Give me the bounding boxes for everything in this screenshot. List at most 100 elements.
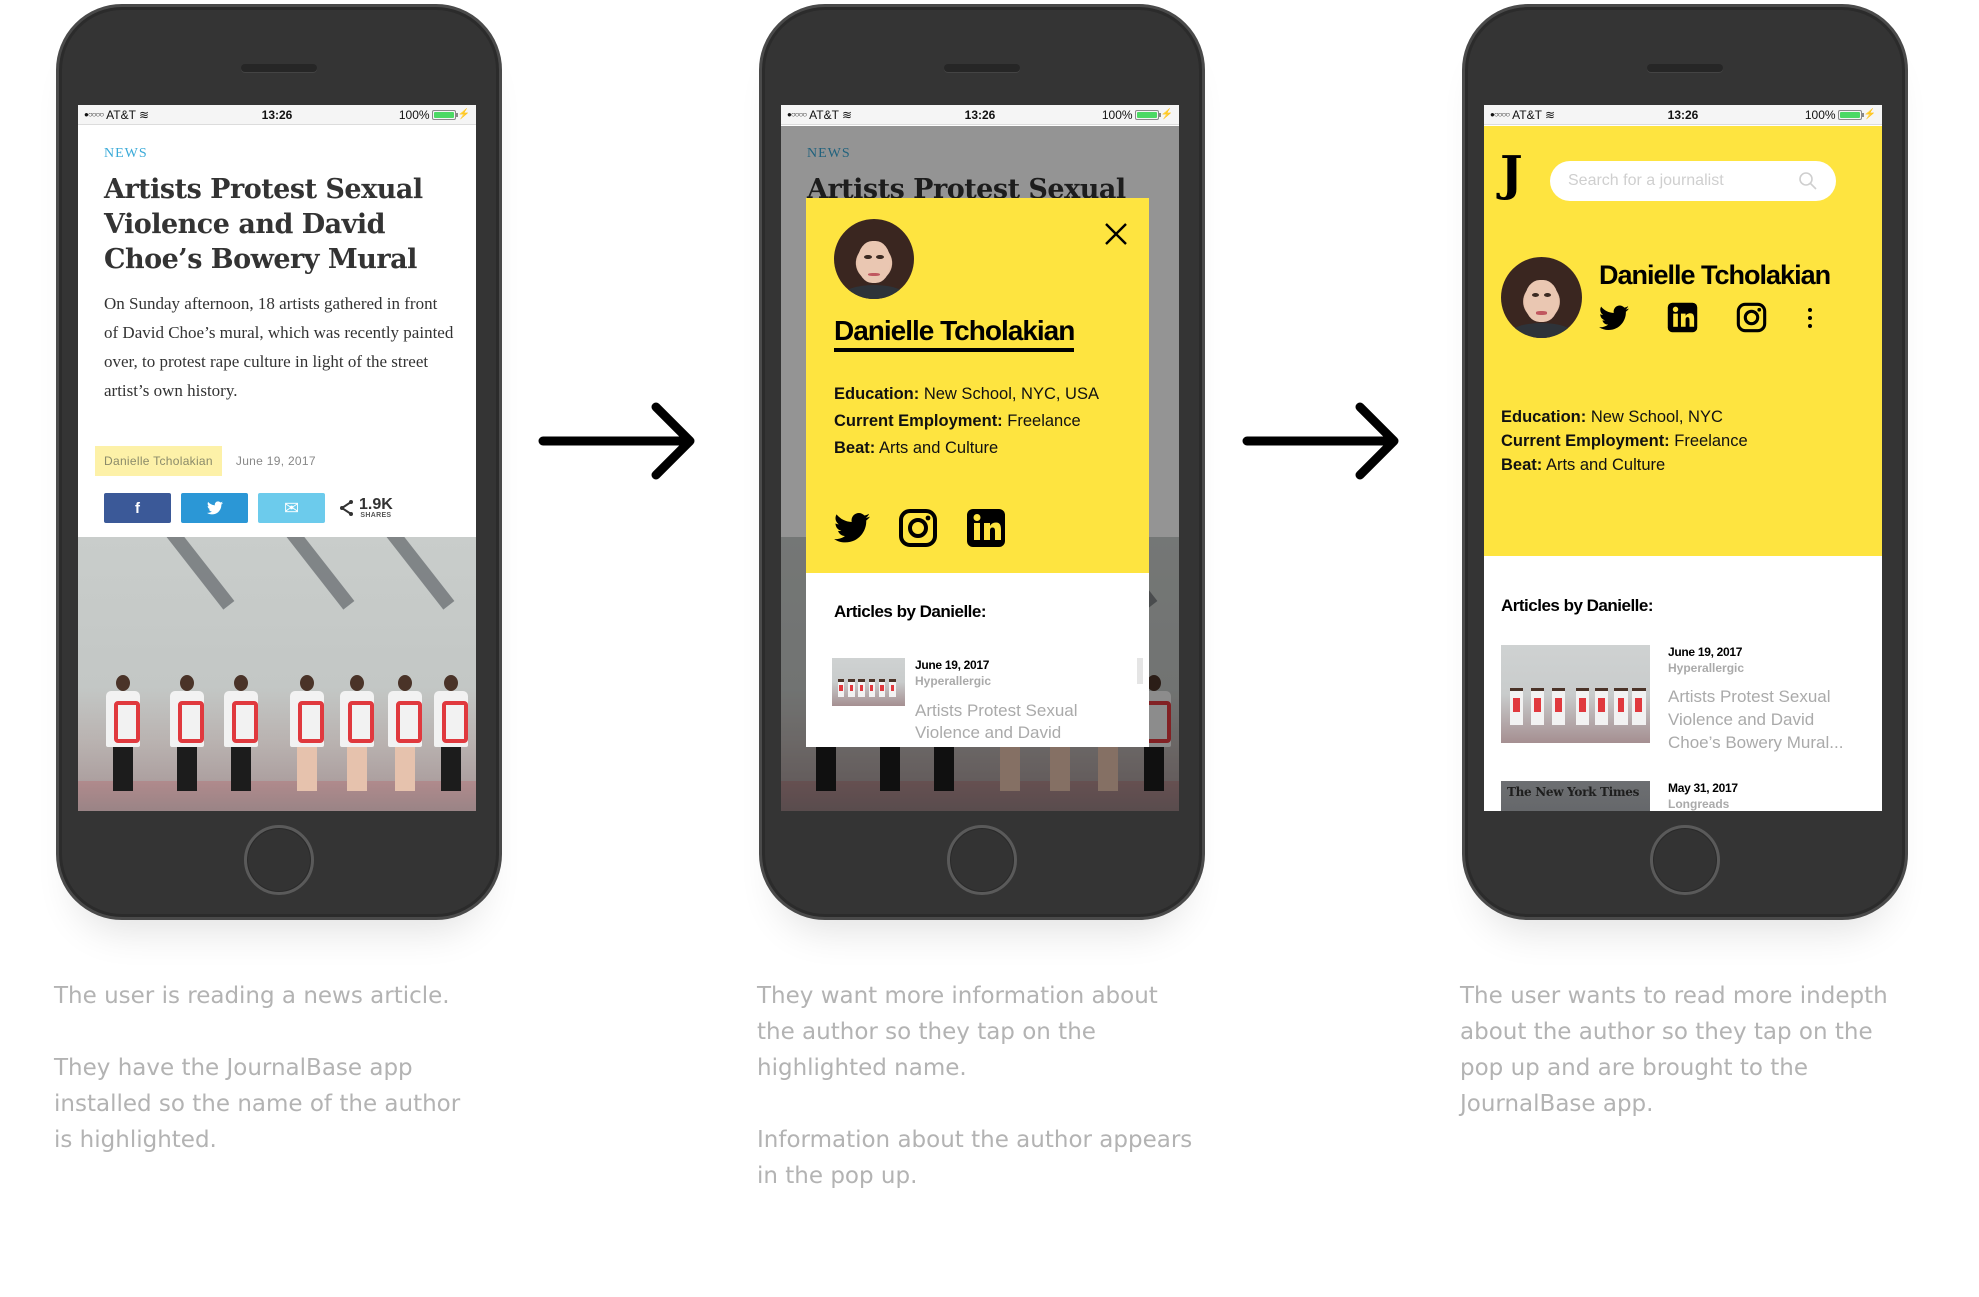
article-thumbnail xyxy=(832,658,905,706)
author-info: Education: New School, NYC Current Emplo… xyxy=(1501,408,1748,474)
phone-frame-3: ●○○○○AT&T≋ 13:26 100% ⚡ J Danielle Tchola… xyxy=(1462,4,1908,920)
journalbase-logo[interactable]: J xyxy=(1500,150,1523,198)
twitter-share-button[interactable] xyxy=(181,493,248,523)
article-date: June 19, 2017 xyxy=(1668,645,1743,659)
author-avatar xyxy=(1501,257,1582,338)
share-count[interactable]: 1.9K SHARES xyxy=(339,495,393,519)
phone-frame-2: ●○○○○ AT&T ≋ 13:26 100% ⚡ NEWS Artists Prot… xyxy=(759,4,1205,920)
caption-step-3: The user wants to read more indepth abou… xyxy=(1460,978,1910,1122)
author-name: Danielle Tcholakian xyxy=(1599,260,1831,290)
scrollbar[interactable] xyxy=(1137,658,1143,684)
caption-step-2: They want more information about the aut… xyxy=(757,978,1207,1194)
facebook-share-button[interactable]: f xyxy=(104,493,171,523)
twitter-icon[interactable] xyxy=(834,513,870,543)
more-icon[interactable] xyxy=(1805,307,1815,328)
close-icon[interactable] xyxy=(1103,221,1129,247)
article-source: Hyperallergic xyxy=(1668,661,1745,675)
wifi-icon: ≋ xyxy=(138,107,150,122)
arrow-right-icon xyxy=(538,402,695,480)
signal-icon: ●○○○○ xyxy=(787,110,807,119)
articles-heading: Articles by Danielle: xyxy=(1501,596,1654,615)
battery-percent: 100% xyxy=(398,107,430,122)
share-count-value: 1.9K xyxy=(359,495,393,513)
home-button[interactable] xyxy=(947,825,1017,895)
article-date: June 19, 2017 xyxy=(915,658,990,672)
author-popup[interactable]: Danielle Tcholakian Education: New Schoo… xyxy=(806,198,1149,747)
section-label[interactable]: NEWS xyxy=(104,146,148,162)
article-summary: On Sunday afternoon, 18 artists gathered… xyxy=(104,294,454,400)
article-list-item[interactable]: The New York Times May 31, 2017 Longread… xyxy=(1501,781,1738,811)
caption-text: The user wants to read more indepth abou… xyxy=(1460,983,1888,1117)
clock: 13:26 xyxy=(1667,107,1699,122)
caption-text: They have the JournalBase app installed … xyxy=(54,1055,461,1153)
caption-text: Information about the author appears in … xyxy=(757,1127,1193,1189)
caption-text: They want more information about the aut… xyxy=(757,983,1158,1081)
charging-icon: ⚡ xyxy=(457,109,471,120)
home-button[interactable] xyxy=(1650,825,1720,895)
twitter-icon[interactable] xyxy=(1599,305,1629,331)
arrow-right-icon xyxy=(1242,402,1399,480)
battery-icon xyxy=(431,109,458,120)
twitter-icon xyxy=(206,501,223,515)
caption-step-1: The user is reading a news article. They… xyxy=(54,978,504,1158)
wifi-icon: ≋ xyxy=(1544,107,1556,122)
clock: 13:26 xyxy=(261,107,293,122)
share-count-label: SHARES xyxy=(360,511,392,519)
battery-icon xyxy=(1837,109,1864,120)
linkedin-icon[interactable] xyxy=(966,508,1006,548)
search-bar[interactable] xyxy=(1550,161,1836,201)
instagram-icon[interactable] xyxy=(898,508,938,548)
charging-icon: ⚡ xyxy=(1863,109,1877,120)
article-thumbnail: The New York Times xyxy=(1501,781,1650,811)
author-avatar xyxy=(834,219,914,299)
clock: 13:26 xyxy=(964,107,996,122)
status-bar: ●○○○○ AT&T ≋ 13:26 100% ⚡ xyxy=(1484,105,1882,125)
share-icon xyxy=(340,500,353,516)
social-links xyxy=(1599,302,1815,333)
author-info: Education: New School, NYC, USA Current … xyxy=(834,385,1099,457)
thumbnail-masthead: The New York Times xyxy=(1507,785,1640,799)
home-button[interactable] xyxy=(244,825,314,895)
screen-journalbase-app: ●○○○○AT&T≋ 13:26 100% ⚡ J Danielle Tchola… xyxy=(1484,105,1882,811)
battery-icon xyxy=(1134,109,1161,120)
byline: Danielle Tcholakian June 19, 2017 xyxy=(95,446,316,476)
signal-icon: ●○○○○ xyxy=(1490,110,1510,119)
author-name-link[interactable]: Danielle Tcholakian xyxy=(834,316,1075,352)
status-bar: ●○○○○ AT&T ≋ 13:26 100% ⚡ xyxy=(78,105,476,125)
instagram-icon[interactable] xyxy=(1736,302,1767,333)
screen-article: ●○○○○ AT&T ≋ 13:26 100% ⚡ NEWS Artists Prot… xyxy=(78,105,476,811)
search-icon[interactable] xyxy=(1798,171,1818,191)
share-row: f ✉ 1.9K SHARES xyxy=(104,493,393,523)
battery-percent: 100% xyxy=(1101,107,1133,122)
phone-speaker xyxy=(944,64,1020,72)
wifi-icon: ≋ xyxy=(841,107,853,122)
article-thumbnail xyxy=(1501,645,1650,743)
battery-percent: 100% xyxy=(1804,107,1836,122)
article-list-item[interactable]: June 19, 2017 Hyperallergic Artists Prot… xyxy=(1501,645,1863,754)
caption-text: The user is reading a news article. xyxy=(54,983,450,1009)
article-source: Hyperallergic xyxy=(915,674,992,688)
article-date: May 31, 2017 xyxy=(1668,781,1738,795)
article-list-item[interactable]: June 19, 2017 Hyperallergic Artists Prot… xyxy=(832,658,1105,744)
facebook-icon: f xyxy=(135,499,140,517)
search-input[interactable] xyxy=(1568,172,1798,190)
signal-icon: ●○○○○ xyxy=(84,110,104,119)
linkedin-icon[interactable] xyxy=(1667,302,1698,333)
phone-speaker xyxy=(241,64,317,72)
article-photo xyxy=(78,537,476,811)
phone-frame-1: ●○○○○ AT&T ≋ 13:26 100% ⚡ NEWS Artists Prot… xyxy=(56,4,502,920)
screen-popup: ●○○○○ AT&T ≋ 13:26 100% ⚡ NEWS Artists Prot… xyxy=(781,105,1179,811)
journalbase-profile: J Danielle Tcholakian Education: New Sch… xyxy=(1484,126,1882,811)
email-icon: ✉ xyxy=(283,497,300,518)
article-headline: Artists Protest Sexual Violence and Davi… xyxy=(104,174,423,275)
author-highlight-link[interactable]: Danielle Tcholakian xyxy=(95,446,222,476)
publish-date: June 19, 2017 xyxy=(235,454,316,468)
email-share-button[interactable]: ✉ xyxy=(258,493,325,523)
status-bar: ●○○○○ AT&T ≋ 13:26 100% ⚡ xyxy=(781,105,1179,125)
carrier-label: AT&T xyxy=(106,107,136,122)
article-source: Longreads xyxy=(1668,797,1730,811)
phone-speaker xyxy=(1647,64,1723,72)
article-title: Artists Protest Sexual Violence and Davi… xyxy=(915,701,1078,742)
carrier-label: AT&T xyxy=(809,107,839,122)
article-title: Artists Protest Sexual Violence and Davi… xyxy=(1668,687,1844,752)
